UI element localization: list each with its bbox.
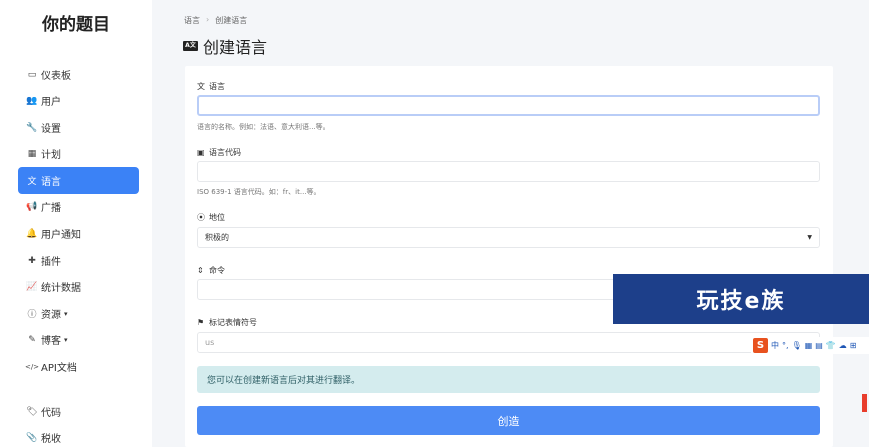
tag-icon: 🏷 xyxy=(26,406,38,417)
flag-field[interactable] xyxy=(197,332,820,353)
info-icon: ⓘ xyxy=(27,310,37,320)
blog-icon: ✎ xyxy=(28,334,36,345)
code-label-text: 语言代码 xyxy=(209,148,241,157)
code-field[interactable] xyxy=(197,161,820,182)
wrench-icon: 🔧 xyxy=(26,122,38,133)
sidebar-item-label: 用户 xyxy=(41,97,61,108)
sidebar-item-label: 博客 xyxy=(41,336,61,347)
code-help: ISO 639-1 语言代码。如：fr、it...等。 xyxy=(197,188,321,196)
breadcrumb: 语言 › 创建语言 xyxy=(184,15,247,26)
sidebar-item-label: 广播 xyxy=(41,203,61,214)
sidebar-item-plans[interactable]: ▦ 计划 xyxy=(18,140,139,167)
sidebar-item-label: 代码 xyxy=(41,408,61,419)
status-label: ⦿ 地位 xyxy=(197,212,225,223)
breadcrumb-current: 创建语言 xyxy=(215,16,248,25)
code-icon: </> xyxy=(24,362,40,371)
cloud-icon[interactable]: ☁ xyxy=(839,341,847,350)
ime-toolbar: S 中 °, 🎙 ▦ ▤ 👕 ☁ ⊞ xyxy=(751,337,869,354)
sidebar-item-label: API文档 xyxy=(41,363,77,374)
paperclip-icon: 📎 xyxy=(26,432,38,443)
language-icon: 文 xyxy=(197,82,205,91)
id-card-icon: ▣ xyxy=(197,148,205,157)
sidebar-item-label: 仪表板 xyxy=(41,71,71,82)
skin-icon[interactable]: 👕 xyxy=(826,341,836,350)
sidebar-item-label: 统计数据 xyxy=(41,283,81,294)
caret-down-icon: ▾ xyxy=(64,335,68,344)
sidebar-item-label: 用户通知 xyxy=(41,230,81,241)
keyboard-icon[interactable]: ▦ xyxy=(805,341,813,350)
status-label-text: 地位 xyxy=(209,213,225,222)
sidebar-item-label: 设置 xyxy=(41,124,61,135)
language-icon: A文 xyxy=(183,41,198,51)
sidebar: 你的题目 ▭ 仪表板 👥 用户 🔧 设置 ▦ 计划 文 语言 📢 广播 🔔 用户… xyxy=(0,0,152,447)
circle-dot-icon: ⦿ xyxy=(197,213,205,222)
chart-icon: 📈 xyxy=(26,281,38,292)
code-input[interactable] xyxy=(205,167,819,176)
sidebar-item-label: 计划 xyxy=(41,150,61,161)
sidebar-item-label: 插件 xyxy=(41,257,61,268)
microphone-icon[interactable]: 🎙 xyxy=(792,341,802,350)
name-label: 文 语言 xyxy=(197,81,225,92)
grid-menu-icon[interactable]: ⊞ xyxy=(850,341,857,350)
sidebar-item-users[interactable]: 👥 用户 xyxy=(18,87,139,114)
breadcrumb-parent-link[interactable]: 语言 xyxy=(184,15,200,26)
calendar-icon: ▦ xyxy=(27,148,37,159)
ime-logo-icon[interactable]: S xyxy=(753,338,768,353)
page-header: A文 创建语言 xyxy=(183,34,267,58)
watermark-banner: 玩技e族 xyxy=(613,274,869,324)
sidebar-item-languages[interactable]: 文 语言 xyxy=(18,167,139,194)
status-selected-value: 积极的 xyxy=(205,233,229,242)
sidebar-item-dashboard[interactable]: ▭ 仪表板 xyxy=(18,61,139,88)
sidebar-item-codes[interactable]: 🏷 代码 xyxy=(18,398,139,425)
brand-title: 你的题目 xyxy=(42,15,110,35)
flag-label: ⚑ 标记表情符号 xyxy=(197,317,257,328)
code-label: ▣ 语言代码 xyxy=(197,147,241,158)
monitor-icon: ▭ xyxy=(27,69,37,80)
users-icon: 👥 xyxy=(26,95,38,106)
broadcast-icon: 📢 xyxy=(26,201,38,212)
name-label-text: 语言 xyxy=(209,82,225,91)
info-alert: 您可以在创建新语言后对其进行翻译。 xyxy=(197,366,820,393)
sidebar-item-label: 资源 xyxy=(41,310,61,321)
name-help: 语言的名称。例如：法语、意大利语...等。 xyxy=(197,123,330,131)
punctuation-icon[interactable]: °, xyxy=(782,341,789,350)
status-select[interactable]: 积极的 ▼ xyxy=(197,227,820,248)
language-icon: 文 xyxy=(27,177,37,187)
order-label: ⇕ 命令 xyxy=(197,265,225,276)
caret-down-icon: ▾ xyxy=(64,309,68,318)
sidebar-item-statistics[interactable]: 📈 统计数据 xyxy=(18,273,139,300)
chevron-down-icon: ▼ xyxy=(807,234,812,241)
flag-label-text: 标记表情符号 xyxy=(209,318,257,327)
sidebar-item-settings[interactable]: 🔧 设置 xyxy=(18,114,139,141)
side-marker xyxy=(862,394,867,412)
bell-icon: 🔔 xyxy=(26,228,38,239)
sidebar-item-plugins[interactable]: ✚ 插件 xyxy=(18,247,139,274)
toolbox-icon[interactable]: ▤ xyxy=(815,341,823,350)
sidebar-item-blog[interactable]: ✎ 博客 ▾ xyxy=(18,326,139,353)
sidebar-item-broadcasts[interactable]: 📢 广播 xyxy=(18,193,139,220)
order-label-text: 命令 xyxy=(209,266,225,275)
sidebar-item-notifications[interactable]: 🔔 用户通知 xyxy=(18,220,139,247)
sidebar-item-label: 语言 xyxy=(41,177,61,188)
sidebar-item-taxes[interactable]: 📎 税收 xyxy=(18,424,139,447)
flag-icon: ⚑ xyxy=(197,318,205,327)
flag-input[interactable] xyxy=(205,338,819,347)
breadcrumb-separator: › xyxy=(206,15,210,24)
sort-icon: ⇕ xyxy=(197,266,204,275)
sidebar-item-label: 税收 xyxy=(41,434,61,445)
create-button[interactable]: 创造 xyxy=(197,406,820,435)
name-input[interactable] xyxy=(206,101,818,110)
sidebar-item-resources[interactable]: ⓘ 资源 ▾ xyxy=(18,300,139,327)
sidebar-item-api-docs[interactable]: </> API文档 xyxy=(18,353,139,380)
name-field[interactable] xyxy=(197,95,820,116)
puzzle-icon: ✚ xyxy=(28,255,36,266)
ime-mode-indicator[interactable]: 中 xyxy=(771,340,779,351)
page-title: 创建语言 xyxy=(203,38,268,57)
